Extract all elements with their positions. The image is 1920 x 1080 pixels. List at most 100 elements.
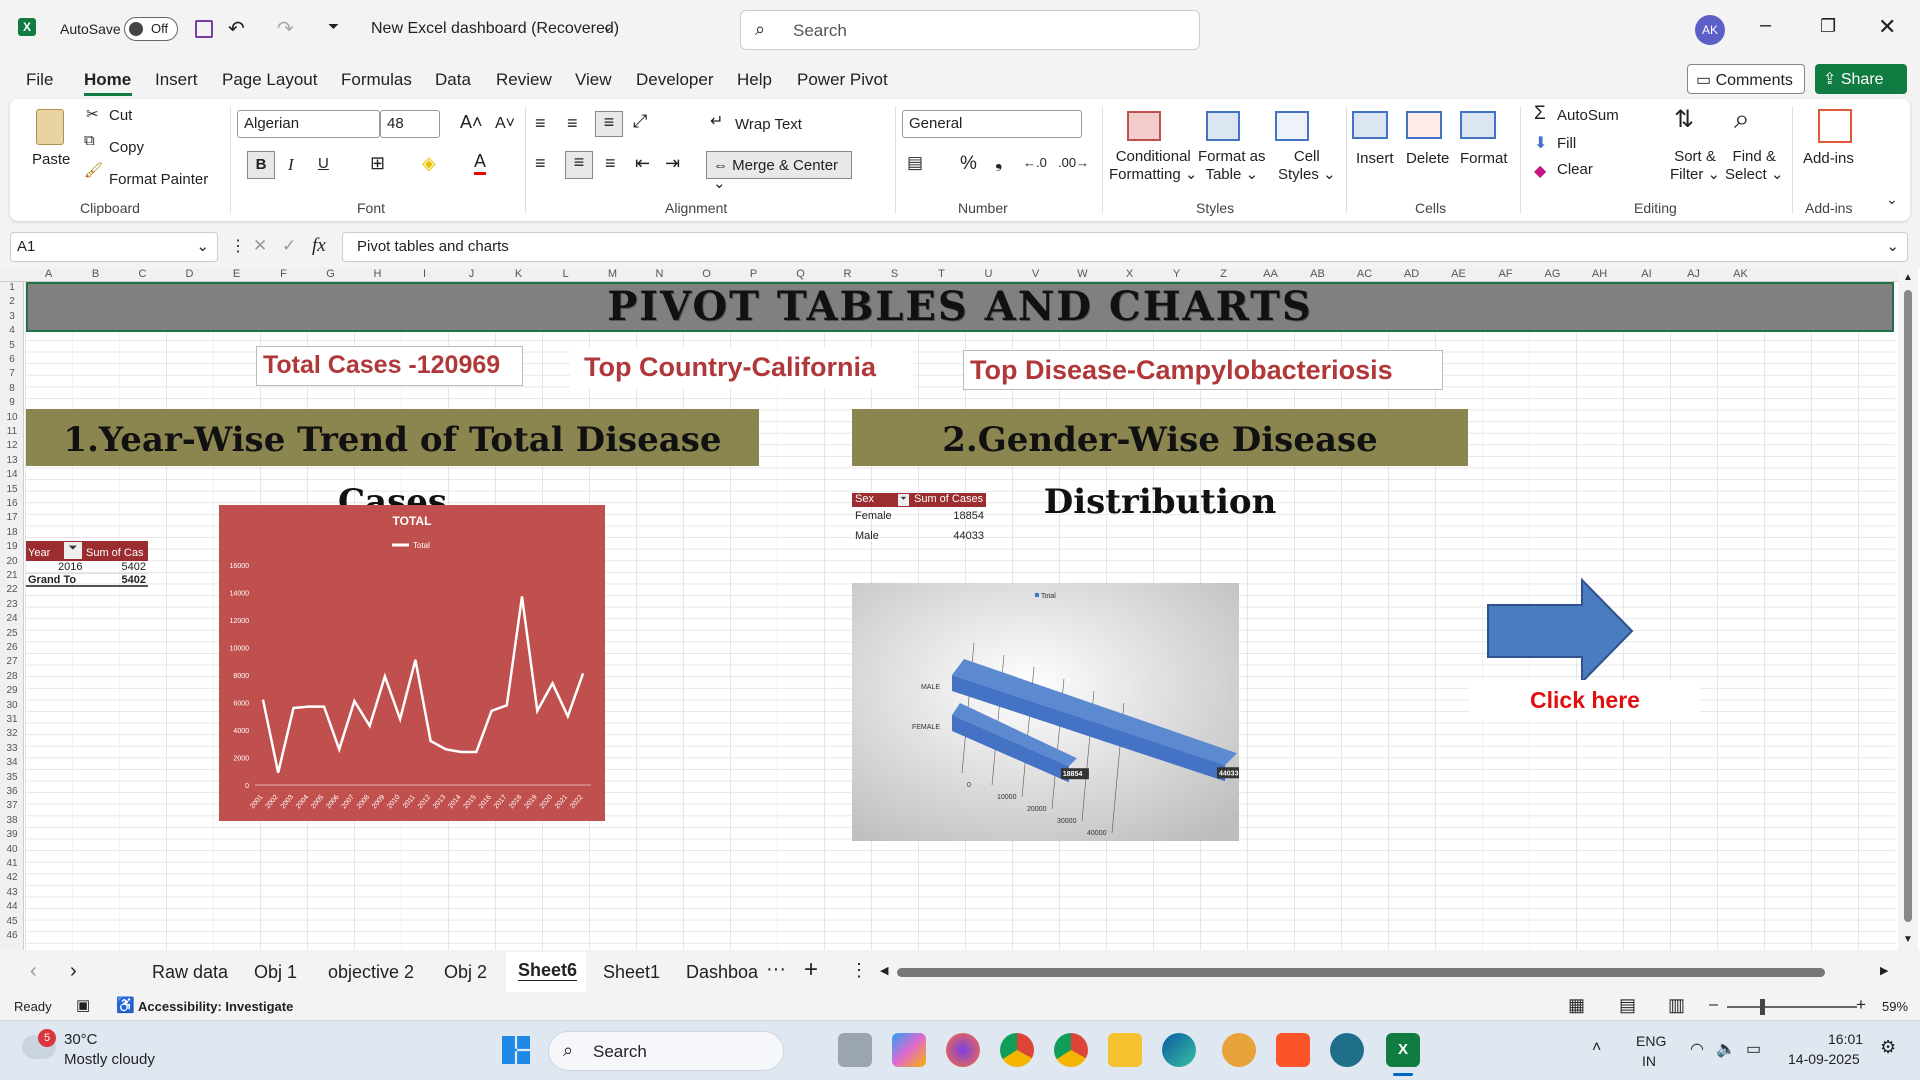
row-header[interactable]: 19 [0, 541, 24, 552]
column-header[interactable]: O [683, 268, 730, 282]
cell-styles-button[interactable]: Cell Styles ⌄ [1278, 148, 1336, 183]
scroll-right-icon[interactable]: ▶ [1880, 964, 1888, 977]
pivot-table-year[interactable]: Year ⏷ Sum of Cas 2016 5402 Grand To 540… [26, 541, 148, 587]
insert-cells-button[interactable]: Insert [1356, 150, 1394, 167]
merge-center-button[interactable]: ⇔ Merge & Center ⌄ [706, 151, 852, 192]
page-layout-view-icon[interactable]: ▤ [1619, 995, 1636, 1016]
font-size-dropdown[interactable]: 48 [380, 110, 440, 138]
normal-view-icon[interactable]: ▦ [1568, 995, 1585, 1016]
row-header[interactable]: 31 [0, 714, 24, 725]
macro-recording-icon[interactable]: ▣ [76, 996, 90, 1014]
cancel-edit-icon[interactable]: ✕ [253, 236, 267, 256]
chrome-profile-icon[interactable] [1054, 1033, 1088, 1067]
sheet-options-icon[interactable]: ⋮ [850, 960, 868, 981]
qat-customize-icon[interactable]: ⏷ [328, 18, 339, 35]
column-header[interactable]: C [119, 268, 166, 282]
tab-developer[interactable]: Developer [636, 70, 714, 90]
next-sheet-icon[interactable]: › [70, 960, 77, 983]
wifi-icon[interactable]: ◠ [1690, 1039, 1704, 1059]
zoom-in-icon[interactable]: + [1856, 995, 1866, 1015]
clear-button[interactable]: Clear [1557, 161, 1593, 178]
tab-data[interactable]: Data [435, 70, 471, 90]
format-as-table-button[interactable]: Format as Table ⌄ [1198, 148, 1266, 183]
wrap-text-button[interactable]: Wrap Text [735, 116, 802, 133]
column-header[interactable]: AF [1482, 268, 1529, 282]
increase-font-icon[interactable]: A˄ [460, 112, 483, 133]
row-header[interactable]: 13 [0, 455, 24, 466]
restore-icon[interactable]: ❐ [1820, 16, 1836, 37]
kpi-top-disease[interactable]: Top Disease-Campylobacteriosis [963, 350, 1443, 390]
column-header[interactable]: K [495, 268, 542, 282]
language-line2[interactable]: IN [1642, 1053, 1656, 1069]
align-left-icon[interactable]: ≡ [535, 153, 546, 174]
tab-help[interactable]: Help [737, 70, 772, 90]
underline-button[interactable]: U [318, 155, 329, 172]
fill-color-icon[interactable]: ◈ [422, 153, 436, 174]
line-chart[interactable]: TOTAL Total 0 2000 4000 6000 8000 10000 12000 140… [219, 505, 605, 821]
column-header[interactable]: D [166, 268, 213, 282]
column-header[interactable]: L [542, 268, 589, 282]
sheet-tab-sheet6[interactable]: Sheet6 [506, 952, 586, 992]
copilot-icon[interactable] [892, 1033, 926, 1067]
tab-review[interactable]: Review [496, 70, 552, 90]
section-2-header[interactable]: 2.Gender-Wise Disease Distribution [852, 409, 1468, 522]
filter-icon[interactable]: ⏷ [64, 542, 82, 559]
clock-date[interactable]: 14-09-2025 [1788, 1051, 1860, 1067]
column-header[interactable]: Q [777, 268, 824, 282]
pivot-table-sex[interactable]: Sex ⏷ Sum of Cases Female 18854 Male 440… [852, 493, 986, 547]
row-header[interactable]: 4 [0, 325, 24, 336]
row-header[interactable]: 41 [0, 858, 24, 869]
row-header[interactable]: 38 [0, 815, 24, 826]
column-header[interactable]: AA [1247, 268, 1294, 282]
tab-view[interactable]: View [575, 70, 612, 90]
row-header[interactable]: 6 [0, 354, 24, 365]
row-header[interactable]: 28 [0, 671, 24, 682]
zoom-out-icon[interactable]: – [1709, 996, 1718, 1014]
column-header[interactable]: F [260, 268, 307, 282]
row-header[interactable]: 35 [0, 772, 24, 783]
row-header[interactable]: 20 [0, 556, 24, 567]
row-header[interactable]: 44 [0, 901, 24, 912]
font-color-icon[interactable]: A [474, 151, 487, 175]
column-header[interactable]: AD [1388, 268, 1435, 282]
file-explorer-icon[interactable] [1108, 1033, 1142, 1067]
column-header[interactable]: P [730, 268, 777, 282]
kpi-top-country[interactable]: Top Country-California [570, 348, 913, 388]
search-box[interactable]: ⌕ Search [740, 10, 1200, 50]
orientation-icon[interactable]: ⤢ [633, 111, 647, 132]
tab-page-layout[interactable]: Page Layout [222, 70, 317, 90]
row-header[interactable]: 29 [0, 685, 24, 696]
column-header[interactable]: W [1059, 268, 1106, 282]
page-break-view-icon[interactable]: ▥ [1668, 995, 1685, 1016]
row-header[interactable]: 22 [0, 584, 24, 595]
click-here-button[interactable]: Click here [1470, 680, 1700, 720]
tab-home[interactable]: Home [84, 70, 131, 90]
prev-sheet-icon[interactable]: ‹ [30, 960, 37, 983]
show-hidden-icons[interactable]: ˄ [1592, 1039, 1601, 1057]
row-header[interactable]: 46 [0, 930, 24, 941]
copy-button[interactable]: Copy [109, 139, 144, 156]
column-header[interactable]: A [25, 268, 72, 282]
column-header[interactable]: T [918, 268, 965, 282]
row-header[interactable]: 37 [0, 800, 24, 811]
more-options-icon[interactable]: ⋮ [230, 236, 246, 256]
comma-style-icon[interactable]: ❟ [995, 151, 1002, 173]
tab-power-pivot[interactable]: Power Pivot [797, 70, 888, 90]
row-header[interactable]: 15 [0, 484, 24, 495]
row-header[interactable]: 8 [0, 383, 24, 394]
column-header[interactable]: AG [1529, 268, 1576, 282]
horizontal-scroll-thumb[interactable] [897, 968, 1825, 977]
row-header[interactable]: 43 [0, 887, 24, 898]
column-header[interactable]: AK [1717, 268, 1764, 282]
percent-icon[interactable]: % [960, 153, 977, 175]
paste-button[interactable]: Paste [32, 151, 70, 168]
cut-button[interactable]: Cut [109, 107, 132, 124]
confirm-edit-icon[interactable]: ✓ [282, 236, 296, 256]
column-header[interactable]: R [824, 268, 871, 282]
excel-taskbar-icon[interactable]: X [1386, 1033, 1420, 1067]
kpi-total-cases[interactable]: Total Cases -120969 [256, 346, 523, 386]
column-header[interactable]: AB [1294, 268, 1341, 282]
column-header[interactable]: X [1106, 268, 1153, 282]
taskbar-search[interactable]: ⌕ Search [548, 1031, 784, 1071]
redo-icon[interactable]: ↷ [277, 16, 294, 41]
